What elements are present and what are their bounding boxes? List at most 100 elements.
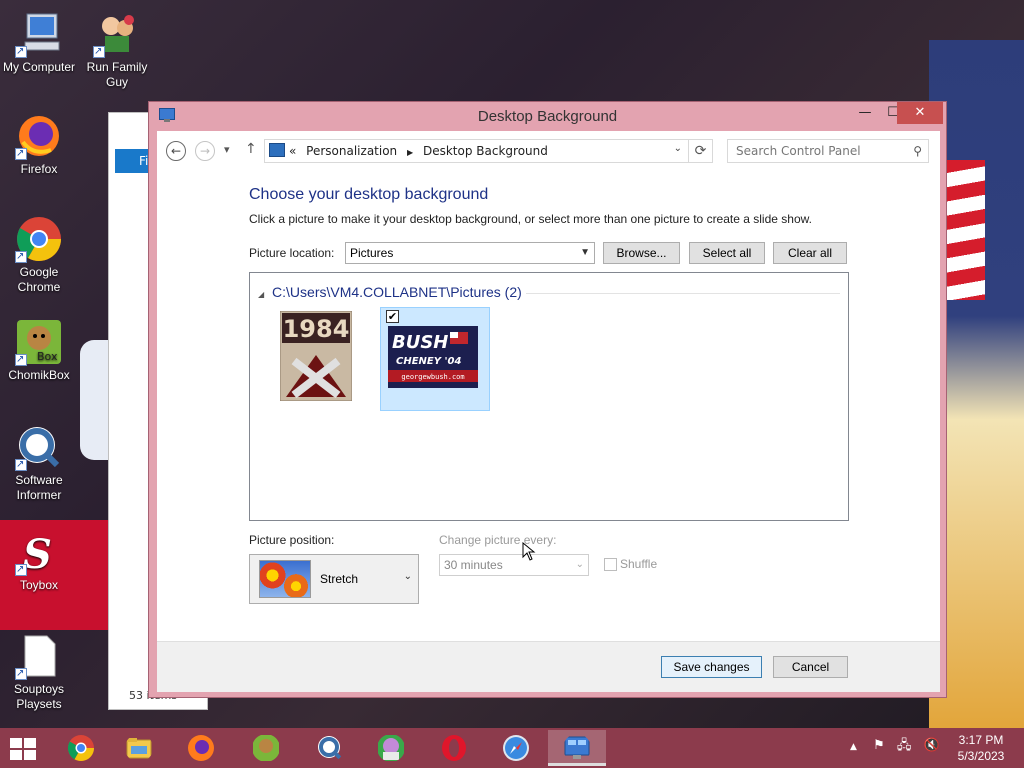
page-description: Click a picture to make it your desktop … — [249, 212, 812, 226]
title-bar[interactable]: Desktop Background — ☐ ✕ — [149, 102, 946, 131]
start-button[interactable] — [8, 736, 36, 760]
purple-character-icon — [378, 735, 404, 761]
picture-position-value: Stretch — [320, 572, 359, 586]
1984-poster-image: 1984 — [279, 310, 353, 402]
desktop-icon-souptoys-playsets[interactable]: Souptoys Playsets — [0, 632, 78, 712]
svg-text:S: S — [23, 531, 52, 576]
firefox-icon — [188, 735, 214, 761]
change-picture-every-label: Change picture every: — [439, 533, 557, 547]
desktop-icon-label: Run Family Guy — [86, 60, 148, 89]
back-button[interactable]: ← — [166, 141, 186, 161]
desktop-icon-chomikbox[interactable]: Box ChomikBox — [0, 318, 78, 383]
select-all-button[interactable]: Select all — [689, 242, 765, 264]
page-title: Choose your desktop background — [249, 186, 489, 203]
software-informer-icon — [318, 736, 344, 762]
desktop-icon-label: Toybox — [19, 578, 59, 592]
save-changes-button[interactable]: Save changes — [661, 656, 762, 678]
show-hidden-icons-icon[interactable]: ▲ — [850, 742, 857, 752]
shuffle-label: Shuffle — [620, 557, 658, 571]
control-panel-icon — [269, 143, 285, 157]
taskbar-firefox[interactable] — [172, 730, 230, 766]
breadcrumb-personalization[interactable]: Personalization — [306, 144, 397, 158]
recent-locations-dropdown[interactable]: ▾ — [224, 143, 230, 156]
refresh-button[interactable]: ⟳ — [688, 140, 712, 162]
poster-line-3: georgewbush.com — [401, 373, 464, 381]
taskbar-chrome[interactable] — [52, 730, 110, 766]
firefox-icon — [15, 112, 63, 161]
minimize-button[interactable]: — — [851, 102, 879, 124]
souptoys-icon — [15, 632, 63, 681]
address-bar[interactable]: « Personalization ▶ Desktop Background ⌄… — [264, 139, 713, 163]
taskbar-opera[interactable] — [425, 730, 483, 766]
close-button[interactable]: ✕ — [897, 102, 943, 124]
change-interval-select[interactable]: 30 minutes ⌄ — [439, 554, 589, 576]
opera-icon — [442, 735, 466, 761]
mouse-cursor-icon — [522, 542, 536, 561]
desktop-icon-label: Software Informer — [15, 473, 63, 502]
action-center-flag-icon[interactable]: ⚑ — [873, 738, 885, 753]
picture-list[interactable]: ◢ C:\Users\VM4.COLLABNET\Pictures (2) 19… — [249, 272, 849, 521]
taskbar: ▲ ⚑ 🖧 🔇 3:17 PM 5/3/2023 — [0, 728, 1024, 768]
breadcrumb-desktop-background[interactable]: Desktop Background — [423, 144, 548, 158]
taskbar-file-explorer[interactable] — [110, 730, 168, 766]
picture-thumbnail-1984[interactable]: 1984 — [279, 310, 353, 402]
flower-preview-image — [259, 560, 311, 598]
poster-line-1: BUSH — [392, 332, 448, 353]
picture-location-label: Picture location: — [249, 246, 335, 260]
picture-thumbnail-bush-cheney[interactable]: ✔ BUSH CHENEY '04 georgewbush.com — [380, 307, 490, 411]
browse-button[interactable]: Browse... — [603, 242, 680, 264]
desktop-icon-label: Souptoys Playsets — [13, 682, 65, 711]
shuffle-checkbox[interactable] — [604, 558, 617, 571]
file-explorer-icon — [126, 738, 152, 759]
volume-muted-icon[interactable]: 🔇 — [924, 738, 940, 753]
desktop-icon-run-family-guy[interactable]: Run Family Guy — [78, 10, 156, 90]
address-dropdown-icon[interactable]: ⌄ — [674, 143, 682, 154]
taskbar-control-panel[interactable] — [548, 730, 606, 766]
safari-icon — [503, 735, 529, 761]
desktop-icon-toybox[interactable]: S Toybox — [0, 528, 78, 593]
desktop-icon-my-computer[interactable]: My Computer — [0, 10, 78, 75]
picture-location-select[interactable]: Pictures ▼ — [345, 242, 595, 264]
chomikbox-icon — [253, 735, 279, 761]
desktop-icon-google-chrome[interactable]: Google Chrome — [0, 215, 78, 295]
picture-position-label: Picture position: — [249, 533, 335, 547]
breadcrumb-overflow[interactable]: « — [289, 144, 296, 158]
desktop-icon-label: ChomikBox — [8, 368, 70, 382]
taskbar-safari[interactable] — [487, 730, 545, 766]
clock-date: 5/3/2023 — [957, 749, 1005, 763]
folder-path: C:\Users\VM4.COLLABNET\Pictures (2) — [272, 284, 522, 300]
poster-line-2: CHENEY '04 — [396, 356, 461, 367]
search-placeholder: Search Control Panel — [736, 144, 861, 158]
cancel-button[interactable]: Cancel — [773, 656, 848, 678]
collapse-triangle-icon[interactable]: ◢ — [258, 290, 264, 299]
window-client-area: ← → ▾ ↑ « Personalization ▶ Desktop Back… — [157, 131, 940, 692]
wallpaper-white-shape — [80, 340, 110, 460]
family-guy-icon — [93, 10, 141, 59]
picture-position-select[interactable]: Stretch ⌄ — [249, 554, 419, 604]
chrome-icon — [67, 735, 95, 762]
window-title: Desktop Background — [477, 108, 618, 125]
bush-cheney-image: BUSH CHENEY '04 georgewbush.com — [388, 326, 478, 388]
search-input[interactable]: Search Control Panel ⚲ — [727, 139, 929, 163]
network-icon[interactable]: 🖧 — [897, 738, 912, 753]
forward-button[interactable]: → — [195, 141, 215, 161]
taskbar-software-informer[interactable] — [301, 730, 359, 766]
taskbar-purple-character[interactable] — [362, 730, 420, 766]
taskbar-chomikbox[interactable] — [237, 730, 295, 766]
up-button[interactable]: ↑ — [245, 141, 257, 157]
system-clock[interactable]: 3:17 PM 5/3/2023 — [950, 732, 1012, 764]
chevron-down-icon: ⌄ — [403, 571, 412, 582]
picture-checkbox[interactable]: ✔ — [386, 310, 399, 323]
computer-icon — [15, 10, 63, 59]
change-interval-value: 30 minutes — [444, 558, 503, 572]
picture-location-value: Pictures — [350, 246, 394, 260]
clear-all-button[interactable]: Clear all — [773, 242, 847, 264]
clock-time: 3:17 PM — [958, 733, 1004, 747]
breadcrumb-separator-icon: ▶ — [406, 148, 414, 157]
desktop-icon-software-informer[interactable]: Software Informer — [0, 423, 78, 503]
desktop-icon-firefox[interactable]: Firefox — [0, 112, 78, 177]
system-tray: ▲ ⚑ 🖧 🔇 — [850, 736, 940, 758]
chomikbox-icon: Box — [15, 318, 63, 367]
toybox-icon: S — [15, 528, 63, 578]
folder-group-header[interactable]: ◢ C:\Users\VM4.COLLABNET\Pictures (2) — [258, 284, 522, 300]
